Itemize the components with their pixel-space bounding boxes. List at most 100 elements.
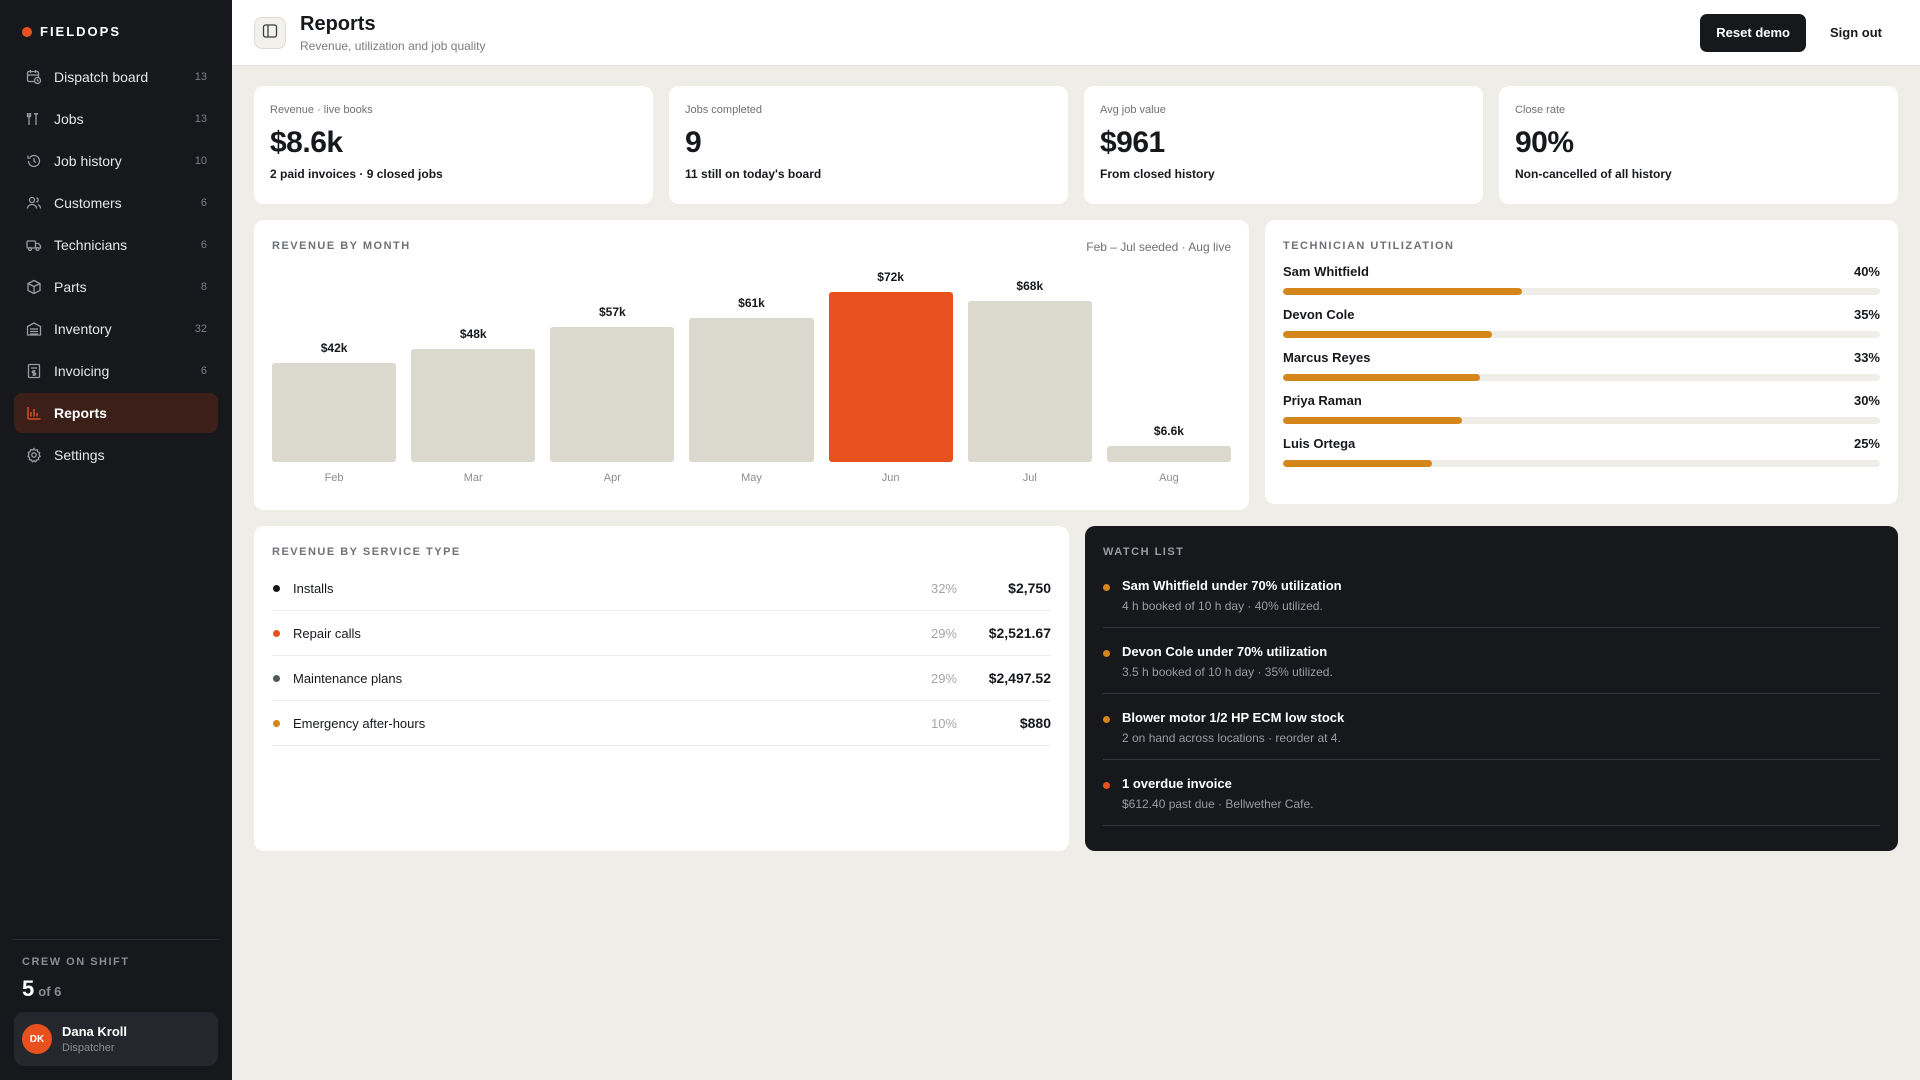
sidebar-item-count: 10 — [194, 155, 207, 167]
kpi-card-avg-job-value: Avg job value $961 From closed history — [1084, 86, 1483, 204]
bar-jul — [967, 301, 1092, 462]
page-title: Reports — [300, 12, 376, 35]
sidebar-item-jobs[interactable]: Jobs 13 — [14, 99, 218, 139]
x-tick-label: Jul — [1022, 472, 1037, 484]
sidebar-item-invoicing[interactable]: Invoicing 6 — [14, 351, 218, 391]
kpi-value: 90% — [1515, 126, 1574, 159]
avatar: DK — [22, 1024, 52, 1054]
bar-value-label: $48k — [459, 326, 487, 341]
sidebar-item-label: Settings — [54, 447, 105, 463]
utilization-row: Marcus Reyes 33% — [1283, 350, 1880, 381]
service-percent: 29% — [930, 670, 957, 686]
watch-item-title: 1 overdue invoice — [1122, 776, 1232, 791]
revenue-bar-chart: $42k Feb $48k Mar $57k Apr $61k May $72k Jun $68k J… — [272, 262, 1231, 492]
card-title: TECHNICIAN UTILIZATION — [1283, 240, 1455, 252]
service-amount: $2,497.52 — [988, 670, 1051, 686]
reports-content: Revenue · live books $8.6k 2 paid invoic… — [232, 66, 1920, 851]
service-type-row: Maintenance plans 29% $2,497.52 — [272, 656, 1051, 701]
utilization-row: Luis Ortega 25% — [1283, 436, 1880, 467]
utilization-percent: 35% — [1853, 307, 1880, 322]
alert-dot-icon — [1103, 782, 1110, 789]
kpi-label: Jobs completed — [685, 104, 763, 116]
card-title: REVENUE BY SERVICE TYPE — [272, 546, 461, 558]
x-tick-label: Mar — [463, 472, 483, 484]
sidebar-item-label: Job history — [54, 153, 122, 169]
bar-value-label: $61k — [738, 295, 765, 310]
x-tick-label: Aug — [1159, 472, 1179, 484]
utilization-row: Devon Cole 35% — [1283, 307, 1880, 338]
sidebar-item-label: Parts — [54, 279, 87, 295]
watch-item-detail: 2 on hand across locations · reorder at … — [1122, 731, 1341, 745]
users-icon — [25, 194, 43, 212]
sidebar-item-inventory[interactable]: Inventory 32 — [14, 309, 218, 349]
utilization-fill — [1283, 417, 1463, 424]
sidebar-item-count: 6 — [200, 365, 207, 377]
sidebar-item-technicians[interactable]: Technicians 6 — [14, 225, 218, 265]
watch-item[interactable]: Devon Cole under 70% utilization 3.5 h bo… — [1103, 628, 1880, 694]
watch-item-title: Sam Whitfield under 70% utilization — [1122, 578, 1342, 593]
technician-utilization-card: TECHNICIAN UTILIZATION Sam Whitfield 40% … — [1265, 220, 1898, 504]
watch-item-detail: 3.5 h booked of 10 h day · 35% utilized. — [1122, 665, 1333, 679]
sidebar-item-label: Jobs — [54, 111, 84, 127]
service-amount: $2,521.67 — [988, 625, 1051, 641]
kpi-card-jobs-completed: Jobs completed 9 11 still on today's boa… — [669, 86, 1068, 204]
card-title: WATCH LIST — [1103, 546, 1185, 558]
kpi-label: Avg job value — [1100, 104, 1166, 116]
user-role: Dispatcher — [62, 1042, 115, 1054]
utilization-row: Sam Whitfield 40% — [1283, 264, 1880, 295]
service-name: Maintenance plans — [293, 670, 403, 686]
service-type-list: Installs 32% $2,750 Repair calls 29% $2,… — [272, 566, 1051, 746]
technician-name: Devon Cole — [1283, 307, 1355, 322]
service-amount: $880 — [1019, 715, 1051, 731]
sidebar-item-label: Invoicing — [54, 363, 110, 379]
kpi-value: $961 — [1100, 126, 1165, 159]
sidebar-item-reports[interactable]: Reports — [14, 393, 218, 433]
sidebar-item-count: 6 — [200, 197, 207, 209]
service-name: Installs — [293, 580, 334, 596]
page-subtitle: Revenue, utilization and job quality — [300, 38, 486, 53]
service-color-dot — [273, 674, 280, 682]
bar-value-label: $6.6k — [1153, 424, 1184, 439]
revenue-by-service-type-card: REVENUE BY SERVICE TYPE Installs 32% $2,… — [254, 526, 1069, 851]
user-card[interactable]: DK Dana Kroll Dispatcher — [14, 1012, 218, 1066]
toggle-sidebar-button[interactable] — [254, 16, 286, 49]
service-percent: 29% — [930, 625, 957, 641]
kpi-value: $8.6k — [270, 126, 343, 159]
invoice-icon — [25, 362, 43, 380]
sidebar-item-settings[interactable]: Settings — [14, 435, 218, 475]
watch-item[interactable]: Blower motor 1/2 HP ECM low stock 2 on ha… — [1103, 694, 1880, 760]
bar-jun — [828, 292, 953, 462]
service-name: Repair calls — [293, 625, 361, 641]
brand-logo-dot — [22, 26, 32, 37]
brand[interactable]: FIELDOPS — [0, 0, 232, 46]
watch-item-detail: $612.40 past due · Bellwether Cafe. — [1122, 797, 1314, 811]
sidebar-item-dispatch-board[interactable]: Dispatch board 13 — [14, 57, 218, 97]
watch-item[interactable]: 1 overdue invoice $612.40 past due · Bell… — [1103, 760, 1880, 826]
sidebar-toggle-icon — [262, 23, 278, 42]
revenue-by-month-card: REVENUE BY MONTH Feb – Jul seeded · Aug … — [254, 220, 1249, 510]
kpi-row: Revenue · live books $8.6k 2 paid invoic… — [254, 86, 1898, 204]
sidebar-item-label: Reports — [54, 405, 107, 421]
tools-icon — [25, 110, 43, 128]
utilization-percent: 30% — [1853, 393, 1880, 408]
sign-out-button[interactable]: Sign out — [1814, 14, 1898, 52]
sidebar: FIELDOPS Dispatch board 13 Jobs 13 Job h… — [0, 0, 232, 1080]
gear-icon — [25, 446, 43, 464]
x-tick-label: Feb — [324, 472, 344, 484]
technician-name: Sam Whitfield — [1283, 264, 1369, 279]
utilization-track — [1283, 331, 1880, 338]
sidebar-item-job-history[interactable]: Job history 10 — [14, 141, 218, 181]
sidebar-item-customers[interactable]: Customers 6 — [14, 183, 218, 223]
sidebar-item-parts[interactable]: Parts 8 — [14, 267, 218, 307]
utilization-row: Priya Raman 30% — [1283, 393, 1880, 424]
x-tick-label: Jun — [881, 472, 900, 484]
service-type-row: Emergency after-hours 10% $880 — [272, 701, 1051, 746]
utilization-fill — [1283, 374, 1480, 381]
reset-demo-button[interactable]: Reset demo — [1700, 13, 1806, 52]
watch-item-title: Devon Cole under 70% utilization — [1122, 644, 1328, 659]
bar-apr — [550, 327, 675, 462]
watch-item[interactable]: Sam Whitfield under 70% utilization 4 h b… — [1103, 562, 1880, 628]
bar-value-label: $72k — [877, 270, 904, 284]
bar-value-label: $42k — [320, 340, 348, 355]
bar-feb — [272, 362, 397, 462]
